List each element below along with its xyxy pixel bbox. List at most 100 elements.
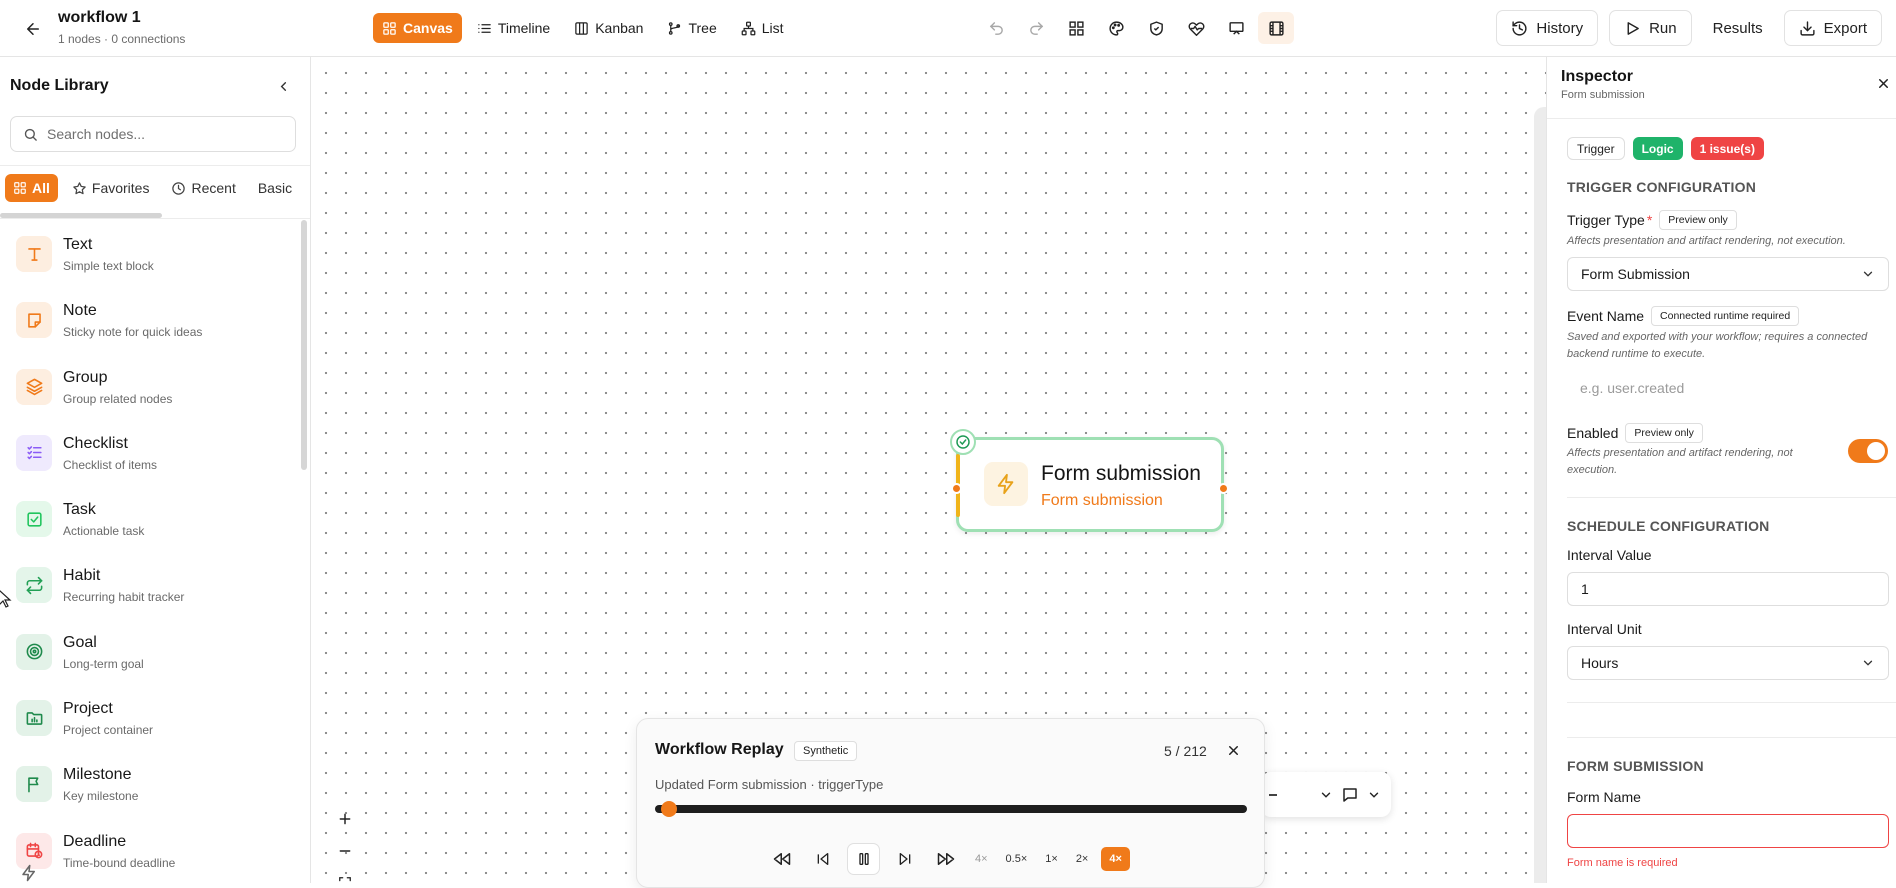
node-icon-box [16, 302, 52, 339]
tab-list[interactable]: List [732, 13, 793, 43]
theme-button[interactable] [1098, 12, 1134, 44]
field-label: Enabled [1567, 425, 1619, 441]
node-library-item-note[interactable]: Note Sticky note for quick ideas [0, 288, 300, 354]
section-trigger-configuration: TRIGGER CONFIGURATION [1567, 179, 1757, 195]
tab-kanban[interactable]: Kanban [565, 13, 652, 43]
tab-timeline[interactable]: Timeline [468, 13, 559, 43]
node-library-item-deadline[interactable]: Deadline Time-bound deadline [0, 819, 300, 883]
check-circle-icon [956, 435, 970, 449]
enabled-toggle[interactable] [1848, 439, 1888, 463]
pause-button[interactable] [847, 843, 880, 875]
node-item-name: Checklist [63, 434, 128, 452]
validate-button[interactable] [1138, 12, 1174, 44]
replay-scrubber[interactable] [655, 801, 1247, 817]
repeat-icon [26, 576, 42, 595]
node-list: Text Simple text block Note Sticky note for… [0, 222, 300, 883]
node-library-item-habit[interactable]: Habit Recurring habit tracker [0, 553, 300, 619]
undo-button[interactable] [978, 12, 1014, 44]
node-item-name: Milestone [63, 766, 132, 784]
pause-icon [858, 853, 869, 865]
event-name-input[interactable] [1567, 371, 1889, 405]
node-icon-box [16, 501, 52, 538]
section-form-submission: FORM SUBMISSION [1567, 758, 1704, 774]
node-library-item-text[interactable]: Text Simple text block [0, 222, 300, 288]
close-replay-button[interactable] [1223, 740, 1243, 760]
search-icon [24, 128, 37, 141]
filter-basic[interactable]: Basic [250, 174, 300, 202]
inspector-panel: Inspector Form submission Trigger Logic … [1546, 57, 1896, 883]
field-label: Interval Value [1567, 547, 1652, 563]
tab-tree[interactable]: Tree [658, 13, 725, 43]
run-label: Run [1649, 19, 1677, 37]
skip-forward-icon [899, 853, 910, 865]
interval-unit-select[interactable]: Hours [1567, 646, 1889, 680]
zoom-in-button[interactable] [331, 805, 359, 833]
filter-all[interactable]: All [5, 174, 58, 202]
workflow-node[interactable]: Form submission Form submission [950, 429, 1229, 532]
issues-badge[interactable]: 1 issue(s) [1690, 137, 1764, 160]
flag-icon [27, 777, 38, 793]
output-port[interactable] [1218, 483, 1229, 494]
speed-0-5x-button[interactable]: 0.5× [1001, 847, 1033, 871]
rewind-button[interactable] [765, 843, 798, 875]
collapse-panel-button[interactable] [272, 75, 294, 97]
health-button[interactable] [1178, 12, 1214, 44]
node-library-item-task[interactable]: Task Actionable task [0, 487, 300, 553]
present-button[interactable] [1218, 12, 1254, 44]
filter-label: Recent [191, 180, 236, 196]
inspector-subtitle: Form submission [1561, 89, 1645, 101]
top-bar: workflow 1 1 nodes · 0 connections Canva… [0, 0, 1896, 57]
divider [0, 218, 310, 219]
step-back-button[interactable] [806, 843, 839, 875]
back-button[interactable] [20, 16, 46, 42]
checklist-icon [26, 446, 42, 460]
scrubber-handle[interactable] [660, 801, 677, 817]
interval-value-input[interactable] [1567, 572, 1889, 606]
lightning-icon [997, 473, 1014, 495]
category-filters: All Favorites Recent Basic P [5, 174, 310, 202]
vertical-scrollbar[interactable] [301, 220, 307, 470]
export-button[interactable]: Export [1783, 10, 1882, 46]
results-button[interactable]: Results [1702, 10, 1773, 46]
speed-1x-button[interactable]: 1× [1040, 847, 1063, 871]
comment-button[interactable] [1341, 786, 1359, 804]
node-library-item-goal[interactable]: Goal Long-term goal [0, 620, 300, 686]
step-forward-button[interactable] [888, 843, 921, 875]
comment-options-button[interactable] [1367, 788, 1381, 802]
zoom-out-button[interactable] [331, 837, 359, 865]
history-button[interactable]: History [1496, 10, 1599, 46]
replay-button[interactable] [1258, 12, 1294, 44]
filter-recent[interactable]: Recent [163, 174, 243, 202]
node-library-item-milestone[interactable]: Milestone Key milestone [0, 752, 300, 818]
workflow-title[interactable]: workflow 1 [58, 9, 141, 27]
search-input[interactable] [47, 126, 277, 142]
trigger-type-select[interactable]: Form Submission [1567, 257, 1889, 291]
layout-button[interactable] [1058, 12, 1094, 44]
canvas-tools [978, 12, 1294, 44]
search-box [10, 116, 296, 152]
undo-icon [989, 21, 1003, 35]
node-library-item-project[interactable]: Project Project container [0, 686, 300, 752]
input-port[interactable] [951, 483, 962, 494]
workflow-replay-panel: Workflow Replay Synthetic 5 / 212 Update… [636, 718, 1265, 888]
filter-favorites[interactable]: Favorites [64, 174, 158, 202]
speed-4x-button[interactable]: 4× [1101, 847, 1130, 871]
speed-indicator: 4× [975, 853, 988, 865]
chevron-left-icon [280, 81, 286, 91]
replay-event-description: Updated Form submission · triggerType [655, 777, 884, 792]
fast-forward-button[interactable] [929, 843, 962, 875]
tab-canvas[interactable]: Canvas [373, 13, 462, 43]
node-library-item-checklist[interactable]: Checklist Checklist of items [0, 421, 300, 487]
filter-label: Favorites [91, 180, 150, 196]
node-library-item-group[interactable]: Group Group related nodes [0, 355, 300, 421]
dropdown-button[interactable] [1319, 788, 1333, 802]
form-name-input[interactable] [1567, 814, 1889, 848]
speed-2x-button[interactable]: 2× [1071, 847, 1094, 871]
redo-button[interactable] [1018, 12, 1054, 44]
panel-shadow [1534, 107, 1546, 883]
fit-view-button[interactable] [331, 869, 359, 883]
run-button[interactable]: Run [1609, 10, 1692, 46]
close-inspector-button[interactable] [1873, 73, 1893, 93]
node-library-panel: Node Library All Favorites Recent Basic … [0, 57, 311, 883]
node-item-name: Goal [63, 633, 97, 651]
